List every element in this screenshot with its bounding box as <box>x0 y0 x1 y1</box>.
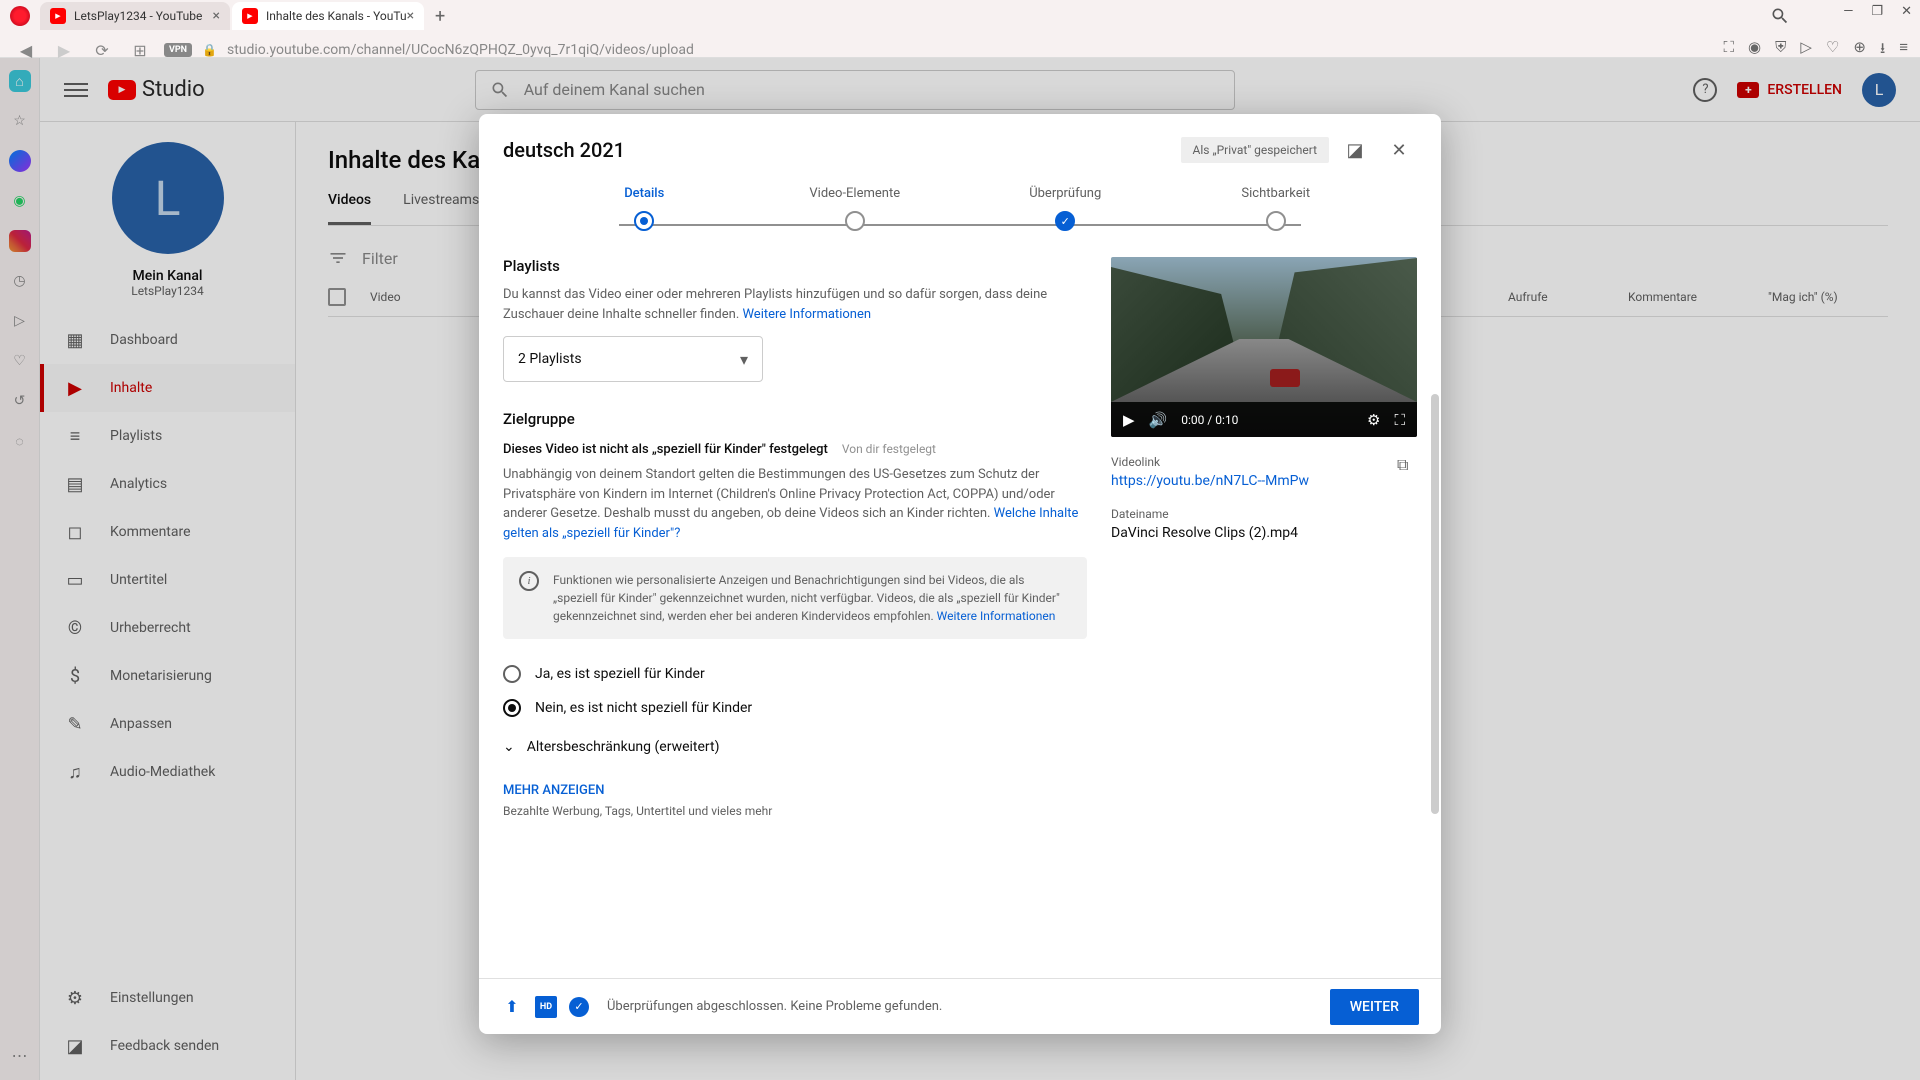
step-label: Details <box>624 186 664 201</box>
audience-status: Dieses Video ist nicht als „speziell für… <box>503 442 828 457</box>
browser-tab-active[interactable]: Inhalte des Kanals - YouTu × <box>232 2 424 30</box>
vpn-badge[interactable]: VPN <box>164 43 192 57</box>
step-elements[interactable]: Video-Elemente <box>750 186 961 231</box>
tab-bar: LetsPlay1234 - YouTube × Inhalte des Kan… <box>0 0 1920 32</box>
audience-radio-yes[interactable]: Ja, es ist speziell für Kinder <box>503 657 1087 691</box>
tab-title: Inhalte des Kanals - YouTu <box>266 9 407 23</box>
saved-badge: Als „Privat" gespeichert <box>1181 137 1329 163</box>
next-button[interactable]: WEITER <box>1330 989 1419 1025</box>
close-dialog-icon[interactable]: ✕ <box>1381 132 1417 168</box>
show-more-desc: Bezahlte Werbung, Tags, Untertitel und v… <box>503 804 1087 818</box>
upload-complete-icon: ⬆ <box>501 996 523 1018</box>
dropdown-value: 2 Playlists <box>518 351 582 367</box>
settings-gear-icon[interactable]: ⚙ <box>1367 411 1380 429</box>
lock-icon[interactable]: 🔒 <box>202 43 217 57</box>
step-visibility[interactable]: Sichtbarkeit <box>1171 186 1382 231</box>
volume-icon[interactable]: 🔊 <box>1149 411 1168 429</box>
step-label: Sichtbarkeit <box>1241 186 1310 201</box>
step-label: Überprüfung <box>1029 186 1101 201</box>
audience-status-row: Dieses Video ist nicht als „speziell für… <box>503 438 1087 457</box>
step-details[interactable]: Details <box>539 186 750 231</box>
upload-stepper: Details Video-Elemente Überprüfung Sicht… <box>479 186 1441 239</box>
checks-status: Überprüfungen abgeschlossen. Keine Probl… <box>607 999 942 1014</box>
video-link-row: Videolink https://youtu.be/nN7LC--MmPw ⧉ <box>1111 437 1417 489</box>
audience-title: Zielgruppe <box>503 410 1087 428</box>
dialog-title: deutsch 2021 <box>503 138 625 162</box>
step-label: Video-Elemente <box>809 186 900 201</box>
filename-label: Dateiname <box>1111 507 1417 521</box>
new-tab-button[interactable]: + <box>426 2 454 30</box>
video-controls: ▶ 🔊 0:00 / 0:10 ⚙ ⛶ <box>1111 402 1417 437</box>
browser-chrome: LetsPlay1234 - YouTube × Inhalte des Kan… <box>0 0 1920 58</box>
browser-tab[interactable]: LetsPlay1234 - YouTube × <box>40 2 230 30</box>
radio-label: Ja, es ist speziell für Kinder <box>535 666 705 682</box>
check-complete-icon: ✓ <box>569 997 589 1017</box>
video-link[interactable]: https://youtu.be/nN7LC--MmPw <box>1111 473 1309 489</box>
close-tab-icon[interactable]: × <box>407 8 414 24</box>
chevron-down-icon: ⌄ <box>503 739 515 755</box>
tab-title: LetsPlay1234 - YouTube <box>74 9 202 23</box>
step-circle-icon <box>634 211 654 231</box>
audience-desc: Unabhängig von deinem Standort gelten di… <box>503 465 1087 543</box>
minimize-icon[interactable]: — <box>1843 4 1853 19</box>
dialog-body: Playlists Du kannst das Video einer oder… <box>479 239 1441 978</box>
feedback-icon[interactable]: ◪ <box>1337 132 1373 168</box>
step-circle-icon <box>1266 211 1286 231</box>
audience-set-by: Von dir festgelegt <box>842 442 936 456</box>
expander-label: Altersbeschränkung (erweitert) <box>527 739 720 755</box>
age-restriction-expander[interactable]: ⌄ Altersbeschränkung (erweitert) <box>503 725 1087 769</box>
audience-radio-no[interactable]: Nein, es ist nicht speziell für Kinder <box>503 691 1087 725</box>
videolink-label: Videolink <box>1111 455 1309 469</box>
radio-icon <box>503 665 521 683</box>
youtube-favicon-icon <box>50 8 66 24</box>
chevron-down-icon: ▾ <box>740 350 748 369</box>
audience-info-box: i Funktionen wie personalisierte Anzeige… <box>503 557 1087 639</box>
radio-label: Nein, es ist nicht speziell für Kinder <box>535 700 752 716</box>
browser-search-icon[interactable] <box>1770 6 1790 30</box>
show-more-button[interactable]: Mehr anzeigen <box>503 783 1087 798</box>
video-preview[interactable]: ▶ 🔊 0:00 / 0:10 ⚙ ⛶ <box>1111 257 1417 437</box>
dialog-form: Playlists Du kannst das Video einer oder… <box>503 257 1087 978</box>
playlists-desc: Du kannst das Video einer oder mehreren … <box>503 285 1087 324</box>
url-field[interactable]: studio.youtube.com/channel/UCocN6zQPHQZ_… <box>227 42 1714 58</box>
playlists-more-link[interactable]: Weitere Informationen <box>742 307 871 322</box>
copy-icon[interactable]: ⧉ <box>1397 455 1417 475</box>
fullscreen-icon[interactable]: ⛶ <box>1394 411 1405 429</box>
playlists-dropdown[interactable]: 2 Playlists ▾ <box>503 336 763 382</box>
info-icon: i <box>519 571 539 591</box>
upload-dialog: deutsch 2021 Als „Privat" gespeichert ◪ … <box>479 114 1441 1034</box>
filename: DaVinci Resolve Clips (2).mp4 <box>1111 525 1417 541</box>
step-circle-icon <box>845 211 865 231</box>
step-checks[interactable]: Überprüfung <box>960 186 1171 231</box>
maximize-icon[interactable]: ❐ <box>1871 4 1883 19</box>
play-icon[interactable]: ▶ <box>1123 411 1135 429</box>
youtube-favicon-icon <box>242 8 258 24</box>
playlists-title: Playlists <box>503 257 1087 275</box>
close-tab-icon[interactable]: × <box>213 8 220 24</box>
dialog-preview: ▶ 🔊 0:00 / 0:10 ⚙ ⛶ Videolink https://yo… <box>1111 257 1417 978</box>
scrollbar[interactable] <box>1431 394 1439 814</box>
dialog-header: deutsch 2021 Als „Privat" gespeichert ◪ … <box>479 114 1441 186</box>
info-more-link[interactable]: Weitere Informationen <box>937 609 1056 623</box>
hd-badge-icon: HD <box>535 996 557 1018</box>
window-controls: — ❐ ✕ <box>1843 4 1912 19</box>
close-window-icon[interactable]: ✕ <box>1901 4 1912 19</box>
step-circle-icon <box>1055 211 1075 231</box>
opera-icon[interactable] <box>10 6 30 26</box>
video-time: 0:00 / 0:10 <box>1181 413 1238 427</box>
radio-checked-icon <box>503 699 521 717</box>
dialog-footer: ⬆ HD ✓ Überprüfungen abgeschlossen. Kein… <box>479 978 1441 1034</box>
info-text: Funktionen wie personalisierte Anzeigen … <box>553 571 1071 625</box>
